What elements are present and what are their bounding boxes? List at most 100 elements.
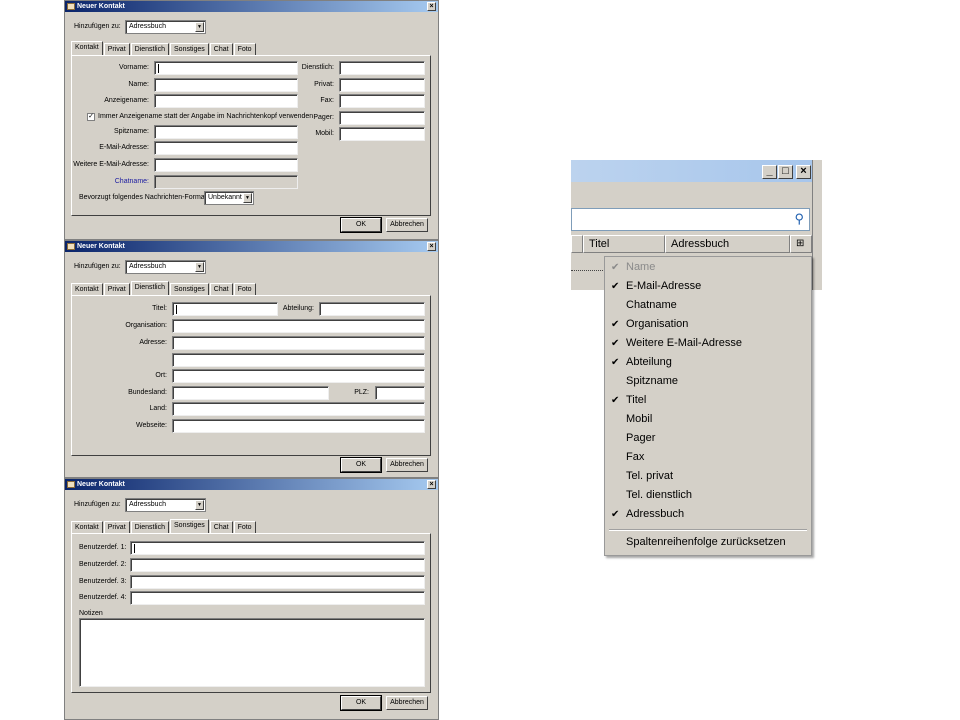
tab-privat[interactable]: Privat	[103, 521, 130, 533]
city-input[interactable]	[172, 369, 425, 383]
country-input[interactable]	[172, 402, 425, 416]
tab-kontakt[interactable]: Kontakt	[71, 521, 103, 533]
add-to-value: Adressbuch	[129, 501, 166, 508]
tab-chat[interactable]: Chat	[209, 521, 233, 533]
always-display-name-checkbox[interactable]: ✓	[87, 113, 95, 121]
cancel-button[interactable]: Abbrechen	[386, 458, 428, 472]
tab-chat[interactable]: Chat	[209, 43, 233, 55]
custom-field-3-input[interactable]	[130, 575, 425, 589]
fax-input[interactable]	[339, 94, 425, 108]
menu-item-adressbuch[interactable]: ✔ Adressbuch	[605, 505, 811, 524]
menu-item-mobil[interactable]: Mobil	[605, 410, 811, 429]
column-header-title[interactable]: Titel	[583, 235, 665, 253]
menu-item-titel[interactable]: ✔ Titel	[605, 391, 811, 410]
ok-button[interactable]: OK	[340, 695, 382, 711]
tab-privat[interactable]: Privat	[103, 43, 130, 55]
check-icon: ✔	[611, 319, 620, 330]
tab-privat[interactable]: Privat	[103, 283, 130, 295]
column-picker-icon[interactable]: ⊞	[790, 235, 812, 253]
phone-label: Fax:	[320, 97, 334, 104]
website-label: Webseite:	[136, 422, 167, 429]
email-input[interactable]	[154, 141, 298, 155]
tab-dienstlich[interactable]: Dienstlich	[130, 281, 170, 295]
tab-kontakt[interactable]: Kontakt	[71, 283, 103, 295]
search-input[interactable]: ⚲	[571, 208, 810, 231]
tab-sonstiges[interactable]: Sonstiges	[170, 283, 209, 295]
tab-foto[interactable]: Foto	[233, 43, 256, 55]
menu-item-label: Name	[626, 261, 656, 273]
close-button[interactable]: ×	[427, 2, 436, 11]
chevron-down-icon[interactable]: ▼	[195, 22, 204, 32]
minimize-button[interactable]: _	[762, 165, 777, 179]
format-label: Bevorzugt folgendes Nachrichten-Format:	[79, 194, 209, 201]
tab-kontakt[interactable]: Kontakt	[71, 41, 103, 55]
menu-item-tel-privat[interactable]: Tel. privat	[605, 467, 811, 486]
state-label: Bundesland:	[128, 389, 167, 396]
column-header-prev[interactable]	[571, 235, 583, 253]
chevron-down-icon[interactable]: ▼	[195, 262, 204, 272]
menu-item-reset-column-order[interactable]: Spaltenreihenfolge zurücksetzen	[605, 533, 811, 552]
title-bar: Neuer Kontakt ×	[65, 241, 438, 252]
close-button[interactable]: ×	[427, 242, 436, 251]
menu-item-label: Adressbuch	[626, 508, 685, 520]
menu-item-spitzname[interactable]: Spitzname	[605, 372, 811, 391]
chevron-down-icon[interactable]: ▼	[195, 500, 204, 510]
mobile-input[interactable]	[339, 127, 425, 141]
tab-sonstiges[interactable]: Sonstiges	[170, 43, 209, 55]
menu-item-e-mail-adresse[interactable]: ✔ E-Mail-Adresse	[605, 277, 811, 296]
state-input[interactable]	[172, 386, 329, 400]
maximize-button[interactable]: □	[778, 165, 793, 179]
department-input[interactable]	[319, 302, 425, 316]
always-display-name-label: Immer Anzeigename statt der Angabe im Na…	[98, 113, 314, 120]
field-label: E-Mail-Adresse:	[99, 144, 149, 151]
menu-item-chatname[interactable]: Chatname	[605, 296, 811, 315]
tab-foto[interactable]: Foto	[233, 283, 256, 295]
cancel-button[interactable]: Abbrechen	[386, 696, 428, 710]
cancel-button[interactable]: Abbrechen	[386, 218, 428, 232]
address-input[interactable]	[172, 336, 425, 350]
menu-item-weitere-e-mail-adresse[interactable]: ✔ Weitere E-Mail-Adresse	[605, 334, 811, 353]
close-button[interactable]: ×	[796, 165, 811, 179]
close-button[interactable]: ×	[427, 480, 436, 489]
tab-dienstlich[interactable]: Dienstlich	[130, 43, 170, 55]
first-name-input[interactable]	[154, 61, 298, 75]
column-picker-menu: ✔ Name ✔ E-Mail-Adresse Chatname ✔ Organisatio…	[604, 256, 812, 556]
zip-input[interactable]	[375, 386, 425, 400]
phone-label: Dienstlich:	[301, 64, 334, 71]
format-select[interactable]: Unbekannt ▼	[204, 191, 254, 205]
custom-field-1-input[interactable]	[130, 541, 425, 555]
tab-chat[interactable]: Chat	[209, 283, 233, 295]
tab-dienstlich[interactable]: Dienstlich	[130, 521, 170, 533]
city-label: Ort:	[155, 372, 167, 379]
menu-item-label: Fax	[626, 451, 645, 463]
menu-item-tel-dienstlich[interactable]: Tel. dienstlich	[605, 486, 811, 505]
menu-item-organisation[interactable]: ✔ Organisation	[605, 315, 811, 334]
nickname-input[interactable]	[154, 125, 298, 139]
ok-button[interactable]: OK	[340, 457, 382, 473]
menu-item-label: Mobil	[626, 413, 653, 425]
menu-item-pager[interactable]: Pager	[605, 429, 811, 448]
column-header-addressbook[interactable]: Adressbuch	[665, 235, 790, 253]
website-input[interactable]	[172, 419, 425, 433]
address-line2-input[interactable]	[172, 353, 425, 367]
tab-sonstiges[interactable]: Sonstiges	[170, 519, 209, 533]
custom-field-2-input[interactable]	[130, 558, 425, 572]
chevron-down-icon[interactable]: ▼	[243, 193, 252, 203]
home-phone-input[interactable]	[339, 78, 425, 92]
title-input[interactable]	[172, 302, 278, 316]
tab-foto[interactable]: Foto	[233, 521, 256, 533]
last-name-input[interactable]	[154, 78, 298, 92]
add-to-select[interactable]: Adressbuch ▼	[125, 260, 206, 274]
notes-textarea[interactable]	[79, 618, 425, 687]
organisation-input[interactable]	[172, 319, 425, 333]
work-phone-input[interactable]	[339, 61, 425, 75]
menu-item-fax[interactable]: Fax	[605, 448, 811, 467]
menu-item-abteilung[interactable]: ✔ Abteilung	[605, 353, 811, 372]
add-to-select[interactable]: Adressbuch ▼	[125, 498, 206, 512]
display-name-input[interactable]	[154, 94, 298, 108]
custom-field-4-input[interactable]	[130, 591, 425, 605]
add-to-select[interactable]: Adressbuch ▼	[125, 20, 206, 34]
ok-button[interactable]: OK	[340, 217, 382, 233]
secondary-email-input[interactable]	[154, 158, 298, 172]
pager-input[interactable]	[339, 111, 425, 125]
